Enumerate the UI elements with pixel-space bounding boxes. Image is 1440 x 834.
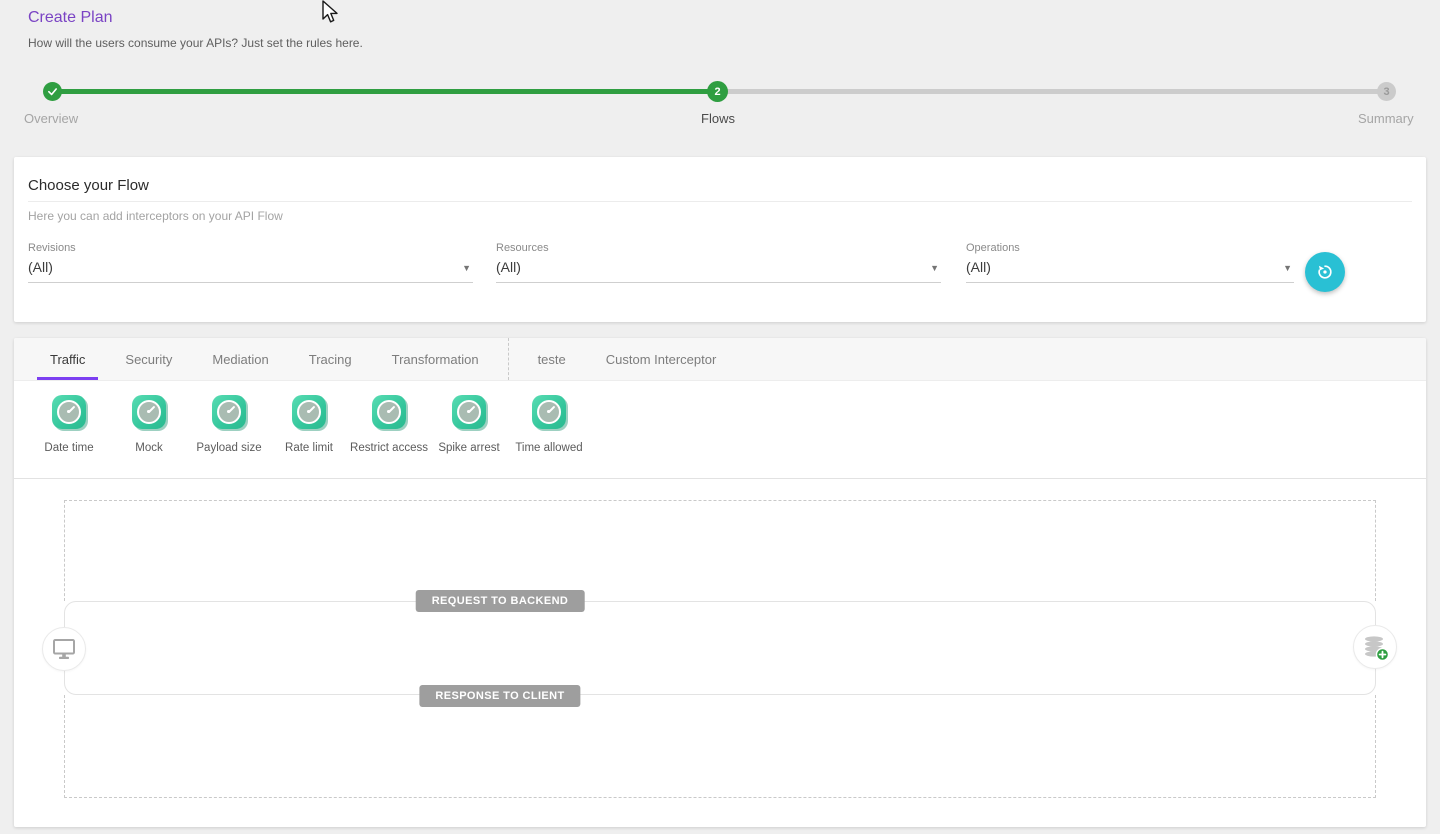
interceptor-label: Spike arrest bbox=[438, 442, 499, 454]
interceptor-palette: Date time Mock Payload size Rate limit R… bbox=[14, 381, 1426, 478]
response-to-client-badge: RESPONSE TO CLIENT bbox=[419, 685, 580, 707]
resources-select[interactable]: Resources (All) ▼ bbox=[496, 242, 941, 283]
flow-card-subtitle: Here you can add interceptors on your AP… bbox=[28, 209, 283, 223]
choose-flow-card: Choose your Flow Here you can add interc… bbox=[14, 157, 1426, 322]
backend-node[interactable] bbox=[1353, 625, 1397, 669]
resources-value: (All) bbox=[496, 259, 521, 275]
resources-label: Resources bbox=[496, 242, 941, 254]
check-icon bbox=[47, 86, 58, 97]
database-add-icon bbox=[1360, 632, 1390, 662]
tab-traffic[interactable]: Traffic bbox=[37, 338, 98, 380]
gauge-icon bbox=[212, 395, 246, 429]
client-node bbox=[42, 627, 86, 671]
revisions-select[interactable]: Revisions (All) ▼ bbox=[28, 242, 473, 283]
gauge-icon bbox=[372, 395, 406, 429]
history-refresh-icon bbox=[1315, 262, 1335, 282]
gauge-icon bbox=[292, 395, 326, 429]
flow-pipeline-box bbox=[64, 601, 1376, 695]
interceptor-payload-size[interactable]: Payload size bbox=[189, 395, 269, 478]
interceptor-tabs: Traffic Security Mediation Tracing Trans… bbox=[14, 338, 1426, 381]
tab-group-divider bbox=[508, 338, 509, 380]
gauge-icon bbox=[452, 395, 486, 429]
stepper-track-completed bbox=[52, 89, 718, 94]
chevron-down-icon: ▼ bbox=[930, 263, 939, 273]
tab-transformation[interactable]: Transformation bbox=[379, 338, 492, 380]
tab-tracing[interactable]: Tracing bbox=[296, 338, 365, 380]
interceptor-label: Rate limit bbox=[285, 442, 333, 454]
revisions-label: Revisions bbox=[28, 242, 473, 254]
gauge-icon bbox=[132, 395, 166, 429]
interceptor-rate-limit[interactable]: Rate limit bbox=[269, 395, 349, 478]
gauge-icon bbox=[52, 395, 86, 429]
tab-custom-interceptor[interactable]: Custom Interceptor bbox=[593, 338, 730, 380]
request-to-backend-badge: REQUEST TO BACKEND bbox=[416, 590, 585, 612]
operations-label: Operations bbox=[966, 242, 1294, 254]
interceptors-card: Traffic Security Mediation Tracing Trans… bbox=[14, 338, 1426, 827]
reload-flow-button[interactable] bbox=[1305, 252, 1345, 292]
step-flows-number: 2 bbox=[714, 86, 720, 98]
interceptor-label: Mock bbox=[135, 442, 162, 454]
step-summary-label: Summary bbox=[1358, 111, 1414, 126]
tab-security[interactable]: Security bbox=[112, 338, 185, 380]
tab-teste[interactable]: teste bbox=[525, 338, 579, 380]
interceptor-label: Restrict access bbox=[350, 442, 428, 454]
step-summary-number: 3 bbox=[1383, 86, 1389, 98]
chevron-down-icon: ▼ bbox=[462, 263, 471, 273]
interceptor-spike-arrest[interactable]: Spike arrest bbox=[429, 395, 509, 478]
step-flows-circle[interactable]: 2 bbox=[707, 81, 728, 102]
revisions-value: (All) bbox=[28, 259, 53, 275]
gauge-icon bbox=[532, 395, 566, 429]
interceptor-label: Date time bbox=[44, 442, 93, 454]
flow-canvas: REQUEST TO BACKEND RESPONSE TO CLIENT bbox=[14, 479, 1426, 827]
mouse-cursor bbox=[320, 0, 340, 31]
step-summary-circle[interactable]: 3 bbox=[1377, 82, 1396, 101]
interceptor-label: Time allowed bbox=[515, 442, 582, 454]
page-subtitle: How will the users consume your APIs? Ju… bbox=[28, 36, 363, 50]
request-drop-zone[interactable] bbox=[64, 500, 1376, 601]
interceptor-date-time[interactable]: Date time bbox=[29, 395, 109, 478]
flow-card-title: Choose your Flow bbox=[28, 177, 149, 194]
step-overview-label: Overview bbox=[24, 111, 78, 126]
interceptor-restrict-access[interactable]: Restrict access bbox=[349, 395, 429, 478]
operations-select[interactable]: Operations (All) ▼ bbox=[966, 242, 1294, 283]
interceptor-mock[interactable]: Mock bbox=[109, 395, 189, 478]
page-title: Create Plan bbox=[28, 9, 113, 27]
response-drop-zone[interactable] bbox=[64, 695, 1376, 798]
chevron-down-icon: ▼ bbox=[1283, 263, 1292, 273]
flow-card-divider bbox=[28, 201, 1412, 202]
interceptor-label: Payload size bbox=[196, 442, 261, 454]
operations-value: (All) bbox=[966, 259, 991, 275]
tab-mediation[interactable]: Mediation bbox=[199, 338, 281, 380]
step-overview-circle[interactable] bbox=[43, 82, 62, 101]
interceptor-time-allowed[interactable]: Time allowed bbox=[509, 395, 589, 478]
monitor-icon bbox=[51, 637, 77, 661]
step-flows-label: Flows bbox=[701, 111, 735, 126]
